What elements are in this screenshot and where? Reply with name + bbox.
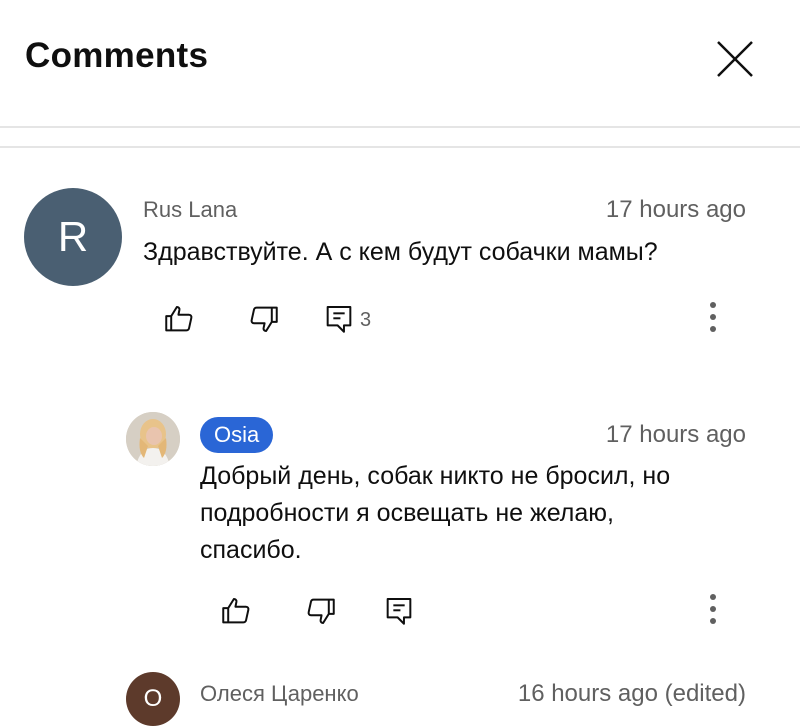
thumbs-up-icon	[165, 305, 193, 332]
like-button[interactable]	[219, 594, 253, 628]
reply-button[interactable]	[322, 302, 356, 336]
thumbs-up-icon	[222, 597, 250, 624]
avatar[interactable]	[126, 412, 180, 466]
comment-text: Здравствуйте. А с кем будут собачки мамы…	[143, 238, 658, 266]
dislike-button[interactable]	[304, 594, 338, 628]
dislike-button[interactable]	[247, 302, 281, 336]
comment-text-line: подробности я освещать не желаю,	[200, 499, 614, 527]
avatar-photo	[126, 412, 180, 466]
page-title: Comments	[25, 36, 209, 75]
more-options-icon[interactable]	[709, 302, 717, 338]
comment-author[interactable]: Rus Lana	[143, 197, 237, 223]
more-options-icon[interactable]	[709, 594, 717, 630]
comment-text-line: спасибо.	[200, 536, 302, 564]
comment-icon	[326, 305, 352, 333]
like-button[interactable]	[162, 302, 196, 336]
comment-icon	[386, 597, 412, 625]
comment-author[interactable]: Олеся Царенко	[200, 681, 359, 707]
reply-button[interactable]	[382, 594, 416, 628]
comment-timestamp[interactable]: 16 hours ago (edited)	[518, 680, 746, 708]
close-icon[interactable]	[712, 36, 758, 82]
thumbs-down-icon	[250, 306, 278, 333]
comment-timestamp[interactable]: 17 hours ago	[606, 196, 746, 224]
comment-text: Добрый день, собак никто не бросил, но п…	[200, 458, 670, 569]
divider	[0, 146, 800, 148]
comment-timestamp[interactable]: 17 hours ago	[606, 421, 746, 449]
thumbs-down-icon	[307, 598, 335, 625]
reply-count[interactable]: 3	[360, 309, 371, 332]
comments-header: Comments	[0, 0, 800, 128]
avatar-letter: О	[143, 685, 163, 712]
comment-text-line: Добрый день, собак никто не бросил, но	[200, 462, 671, 490]
avatar[interactable]: R	[24, 188, 122, 286]
avatar[interactable]: О	[126, 672, 180, 726]
author-badge[interactable]: Osia	[200, 417, 274, 453]
avatar-letter: R	[57, 213, 89, 260]
